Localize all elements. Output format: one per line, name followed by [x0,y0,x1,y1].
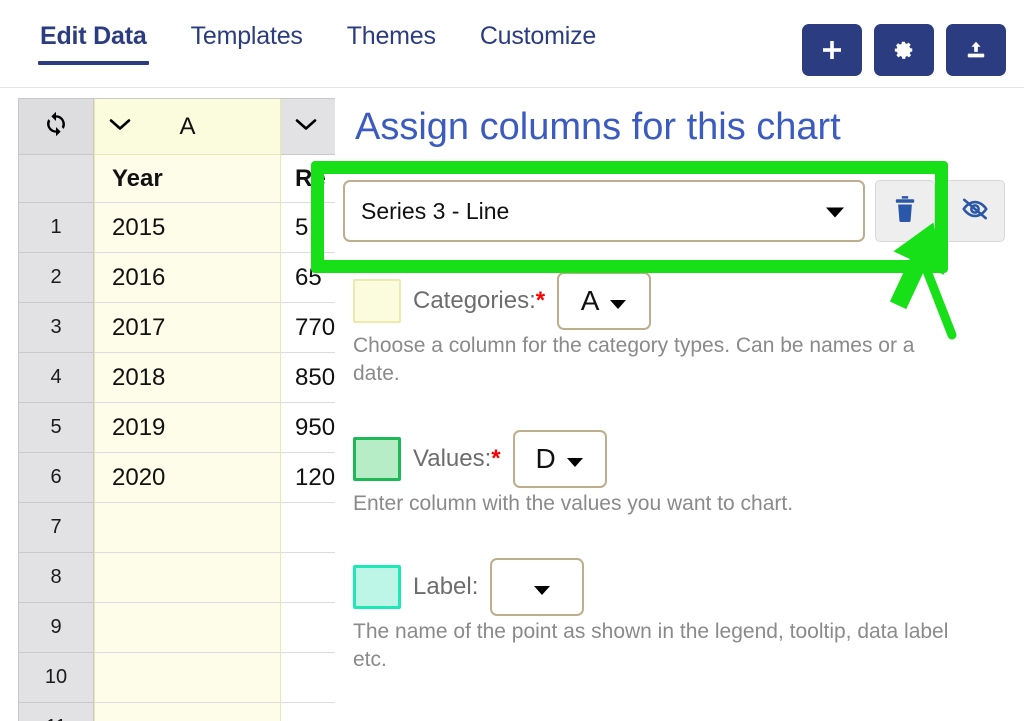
sheet-refresh-button[interactable] [19,99,94,155]
field-values-label: Values:* [413,445,501,472]
app-root: Edit Data Templates Themes Customize A Y… [0,0,1024,721]
tab-edit-data[interactable]: Edit Data [18,22,169,65]
plus-icon [821,39,843,61]
field-values: Values:* D Enter column with the values … [353,430,993,518]
cell-a[interactable]: 2020 [94,453,281,503]
table-row[interactable]: 6 2020 120 [19,453,354,503]
table-row[interactable]: 3 2017 770 [19,303,354,353]
cell-a[interactable] [94,703,281,721]
series-select-value: Series 3 - Line [361,197,510,224]
row-header[interactable]: 3 [19,303,94,353]
cell-a[interactable]: 2016 [94,253,281,303]
sheet-column-name-row: Year Re [19,155,354,203]
row-header[interactable]: 11 [19,703,94,721]
table-row[interactable]: 8 [19,553,354,603]
refresh-icon [41,109,71,144]
cell-a[interactable] [94,653,281,703]
table-row[interactable]: 4 2018 850 [19,353,354,403]
cell-a[interactable]: 2018 [94,353,281,403]
row-header[interactable]: 10 [19,653,94,703]
row-header[interactable]: 8 [19,553,94,603]
hide-series-button[interactable] [945,180,1005,242]
field-values-description: Enter column with the values you want to… [353,492,794,515]
table-row[interactable]: 5 2019 950 [19,403,354,453]
sheet-column-header-row: A [19,99,354,155]
top-bar: Edit Data Templates Themes Customize [0,0,1024,88]
table-row[interactable]: 1 2015 5 [19,203,354,253]
row-header[interactable]: 1 [19,203,94,253]
settings-button[interactable] [874,24,934,76]
cell-a[interactable] [94,603,281,653]
column-header-a-label: A [179,112,196,140]
field-values-head: Values:* D [353,430,993,488]
delete-series-button[interactable] [875,180,935,242]
column-name-a[interactable]: Year [94,155,281,203]
row-header-blank [19,155,94,203]
field-categories-head: Categories:* A [353,272,993,330]
row-header[interactable]: 4 [19,353,94,403]
table-row[interactable]: 10 [19,653,354,703]
page-title: Assign columns for this chart [355,106,841,148]
values-column-select[interactable]: D [512,430,607,488]
table-row[interactable]: 11 [19,703,354,721]
tab-customize[interactable]: Customize [458,22,618,65]
values-column-value: D [535,443,556,474]
categories-column-value: A [580,285,600,316]
trash-icon [892,195,918,228]
add-button[interactable] [802,24,862,76]
cell-a[interactable] [94,553,281,603]
row-header[interactable]: 6 [19,453,94,503]
sheet-rows: 1 2015 5 2 2016 65 3 2017 770 4 2018 850 5 2019 950 6 20… [19,203,354,721]
tab-themes[interactable]: Themes [325,22,458,65]
required-asterisk: * [535,287,546,314]
categories-column-select[interactable]: A [557,272,652,330]
tab-templates[interactable]: Templates [169,22,325,65]
field-label-label: Label: [413,573,479,600]
spreadsheet[interactable]: A Year Re 1 2015 5 2 2016 65 3 2017 770 4 2018 850 5… [18,98,354,721]
series-select-row: Series 3 - Line [343,175,1013,247]
row-header[interactable]: 2 [19,253,94,303]
cell-a[interactable]: 2015 [94,203,281,253]
top-action-buttons [802,24,1006,76]
field-categories-label: Categories:* [413,287,546,314]
table-row[interactable]: 9 [19,603,354,653]
eye-slash-icon [960,195,990,228]
chevron-down-icon [825,198,845,225]
chevron-down-icon [533,571,551,603]
values-color-swatch[interactable] [353,437,401,481]
field-label: Label: The name of the point as shown in… [353,558,993,673]
row-header[interactable]: 5 [19,403,94,453]
required-asterisk: * [491,445,501,472]
series-select[interactable]: Series 3 - Line [343,180,865,242]
table-row[interactable]: 7 [19,503,354,553]
cell-a[interactable]: 2017 [94,303,281,353]
cell-a[interactable] [94,503,281,553]
gear-icon [893,39,915,61]
chevron-down-icon[interactable] [295,117,317,136]
row-header[interactable]: 9 [19,603,94,653]
chevron-down-icon [609,285,627,317]
upload-icon [965,39,987,61]
upload-button[interactable] [946,24,1006,76]
field-label-head: Label: [353,558,993,616]
table-row[interactable]: 2 2016 65 [19,253,354,303]
row-header[interactable]: 7 [19,503,94,553]
field-categories: Categories:* A Choose a column for the c… [353,272,993,387]
label-column-select[interactable] [490,558,585,616]
assign-columns-panel: Assign columns for this chart Series 3 -… [335,90,1024,721]
categories-color-swatch[interactable] [353,279,401,323]
chevron-down-icon [566,443,584,475]
cell-a[interactable]: 2019 [94,403,281,453]
field-label-description: The name of the point as shown in the le… [353,620,949,671]
tab-bar: Edit Data Templates Themes Customize [18,22,618,65]
label-color-swatch[interactable] [353,565,401,609]
field-categories-description: Choose a column for the category types. … [353,334,915,385]
column-header-a[interactable]: A [94,99,281,155]
